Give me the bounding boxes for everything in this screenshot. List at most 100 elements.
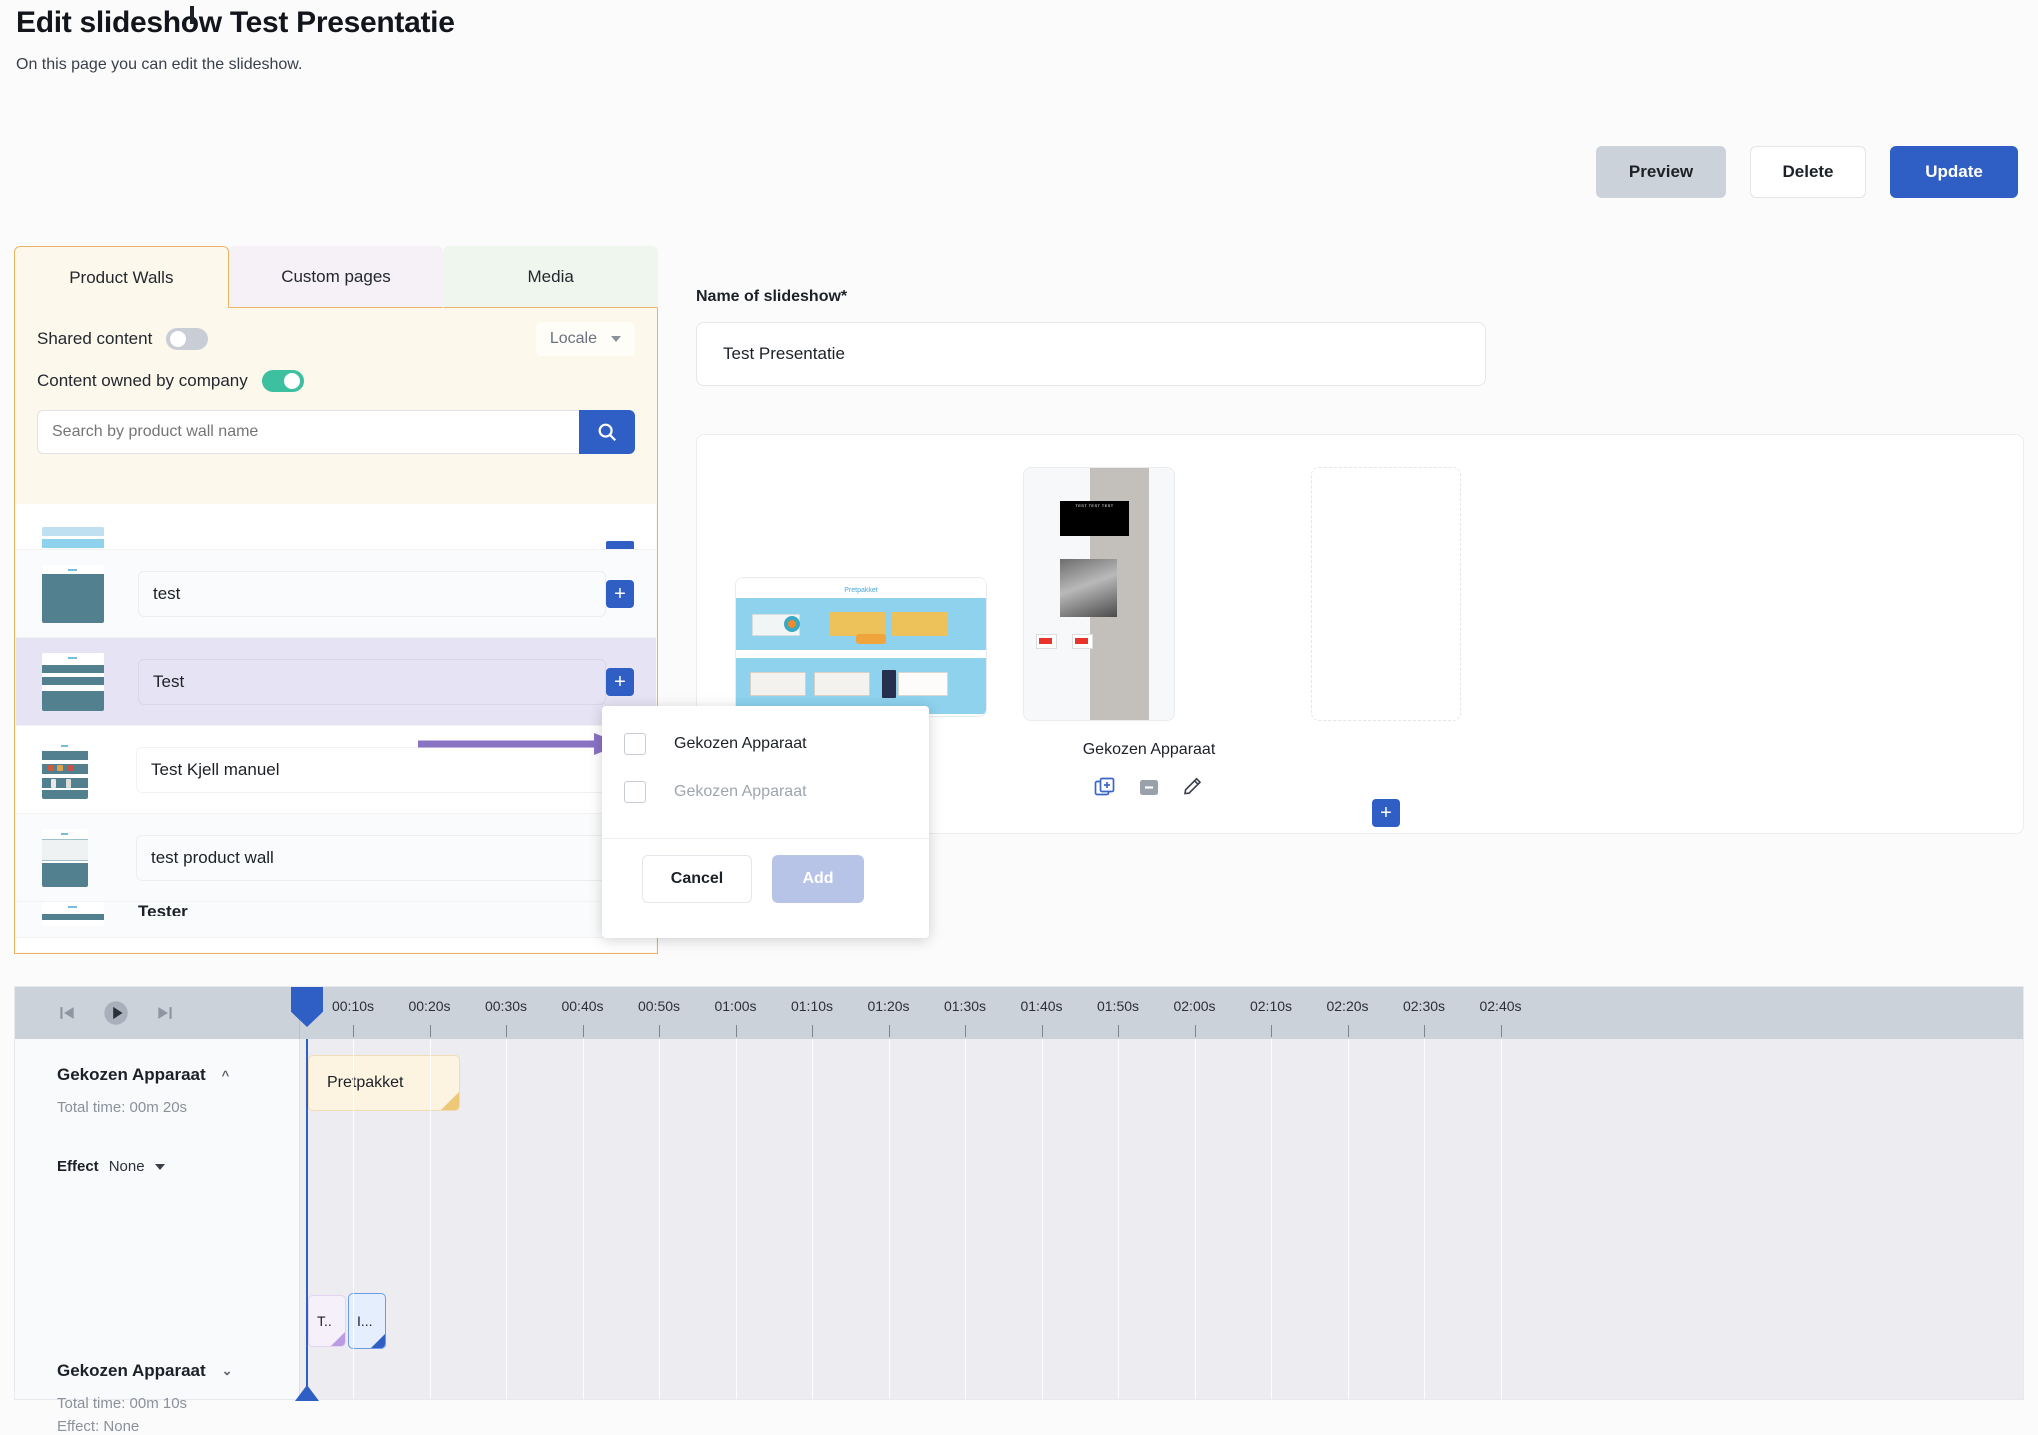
panel-body: Shared content Locale Content owned by c… bbox=[14, 308, 658, 954]
slide-thumbnail[interactable]: Pretpakket bbox=[735, 577, 987, 717]
slide-actions bbox=[1023, 775, 1275, 799]
duplicate-slide-icon[interactable] bbox=[1093, 775, 1117, 799]
search-row bbox=[37, 410, 635, 454]
play-button[interactable] bbox=[101, 998, 131, 1028]
chevron-down-icon[interactable]: ⌄ bbox=[222, 1363, 233, 1379]
popup-option-label: Gekozen Apparaat bbox=[674, 735, 807, 752]
track-title: Gekozen Apparaat ⌄ bbox=[57, 1361, 299, 1381]
timeline-clip[interactable]: T.. bbox=[308, 1295, 346, 1347]
add-slide-button[interactable]: + bbox=[1372, 799, 1400, 827]
preview-button[interactable]: Preview bbox=[1596, 146, 1726, 198]
track-name: Gekozen Apparaat bbox=[57, 1065, 206, 1084]
timeline-tick-label: 02:10s bbox=[1249, 998, 1293, 1014]
update-button[interactable]: Update bbox=[1890, 146, 2018, 198]
popup-option-label: Gekozen Apparaat bbox=[674, 783, 807, 800]
skip-to-end-icon[interactable] bbox=[155, 1003, 175, 1023]
wall-thumbnail bbox=[42, 652, 104, 711]
chevron-up-icon[interactable]: ^ bbox=[222, 1068, 230, 1083]
edit-slide-icon[interactable] bbox=[1181, 775, 1205, 799]
timeline-gridline bbox=[1118, 1039, 1119, 1399]
cancel-button[interactable]: Cancel bbox=[642, 855, 752, 903]
timeline-tick-mark bbox=[965, 1025, 966, 1037]
skip-to-start-icon[interactable] bbox=[57, 1003, 77, 1023]
slideshow-name-input[interactable] bbox=[696, 322, 1486, 386]
content-owned-toggle[interactable] bbox=[261, 370, 304, 392]
timeline-gridline bbox=[1347, 1039, 1349, 1399]
list-item-name: Test bbox=[138, 658, 606, 705]
track-effect-line: Effect: None bbox=[57, 1418, 140, 1435]
device-pack bbox=[1072, 634, 1093, 650]
timeline-clip[interactable]: Pretpakket bbox=[308, 1055, 460, 1111]
timeline-tick-label: 01:10s bbox=[790, 998, 834, 1014]
list-item[interactable]: Tester bbox=[16, 902, 656, 938]
track-effect[interactable]: Effect None bbox=[57, 1158, 299, 1175]
clip-resize-handle[interactable] bbox=[371, 1334, 385, 1348]
timeline-gridline bbox=[1271, 1039, 1272, 1399]
timeline-tick-mark bbox=[1041, 1025, 1043, 1037]
slide-thumbnail[interactable]: TEST TEST TEST bbox=[1023, 467, 1175, 721]
timeline-tick-mark bbox=[1424, 1025, 1425, 1037]
timeline-tick-mark bbox=[888, 1025, 890, 1037]
delete-button[interactable]: Delete bbox=[1750, 146, 1866, 198]
track-title: Gekozen Apparaat ^ bbox=[57, 1065, 299, 1085]
track-name: Gekozen Apparaat bbox=[57, 1361, 206, 1380]
slide-item[interactable]: TEST TEST TEST Gekozen Apparaat bbox=[1023, 467, 1275, 799]
timeline: 00:10s 00:20s 00:30s 00:40s 00:50s 01:00s 01:1… bbox=[14, 986, 2024, 1435]
popup-option[interactable]: Gekozen Apparaat bbox=[602, 720, 929, 768]
clip-resize-handle[interactable] bbox=[441, 1092, 459, 1110]
add-wall-button[interactable]: + bbox=[606, 667, 634, 696]
header-actions: Preview Delete Update bbox=[1596, 146, 2018, 198]
timeline-tick-label: 02:30s bbox=[1402, 998, 1446, 1014]
timeline-tick-mark bbox=[582, 1025, 584, 1037]
timeline-tick-label: 01:30s bbox=[943, 998, 987, 1014]
name-field-label: Name of slideshow* bbox=[696, 288, 848, 305]
list-item[interactable]: Test + bbox=[16, 638, 656, 726]
product-wall-list[interactable]: test + Test + Test Kjell manuel test pro… bbox=[16, 504, 656, 952]
timeline-ruler[interactable]: 00:10s 00:20s 00:30s 00:40s 00:50s 01:00s 01:1… bbox=[300, 987, 2023, 1039]
popup-option[interactable]: Gekozen Apparaat bbox=[602, 768, 929, 816]
page-subtitle: On this page you can edit the slideshow. bbox=[16, 56, 303, 73]
page-header: Edit slideshow Test Presentatie On this … bbox=[0, 6, 2038, 74]
search-icon bbox=[598, 423, 617, 442]
add-wall-button[interactable]: + bbox=[606, 579, 634, 608]
search-button[interactable] bbox=[579, 410, 635, 454]
timeline-tick-label: 02:40s bbox=[1479, 998, 1522, 1014]
playhead[interactable] bbox=[291, 987, 323, 1401]
locale-dropdown[interactable]: Locale bbox=[535, 322, 635, 356]
timeline-gridline bbox=[735, 1039, 737, 1399]
clip-resize-handle[interactable] bbox=[331, 1332, 345, 1346]
timeline-tick-mark bbox=[812, 1025, 813, 1037]
add-wall-button[interactable] bbox=[606, 541, 634, 549]
remove-slide-icon[interactable] bbox=[1137, 775, 1161, 799]
tab-product-walls[interactable]: Product Walls bbox=[14, 246, 229, 308]
track-label-column: Gekozen Apparaat ^ Total time: 00m 20s E… bbox=[15, 1039, 300, 1435]
tab-media[interactable]: Media bbox=[443, 246, 659, 308]
checkbox-icon[interactable] bbox=[624, 781, 646, 803]
list-item-name: test product wall bbox=[136, 834, 634, 881]
list-item-label: test product wall bbox=[136, 834, 634, 881]
timeline-tick-mark bbox=[1118, 1025, 1119, 1037]
clip-label: T.. bbox=[317, 1313, 332, 1329]
list-item[interactable]: test + bbox=[16, 550, 656, 638]
checkbox-icon[interactable] bbox=[624, 733, 646, 755]
timeline-tick-label: 00:40s bbox=[561, 998, 604, 1014]
slide-item[interactable]: Pretpakket bbox=[735, 577, 987, 717]
track-header: Gekozen Apparaat ⌄ Total time: 00m 10s E… bbox=[15, 1175, 299, 1435]
search-input[interactable] bbox=[37, 410, 579, 454]
slide-caption: Gekozen Apparaat bbox=[1082, 741, 1216, 758]
wall-thumbnail bbox=[42, 564, 104, 623]
empty-slide-placeholder[interactable] bbox=[1311, 467, 1461, 721]
device-photo bbox=[1060, 558, 1117, 617]
content-picker-panel: Product Walls Custom pages Media Shared … bbox=[14, 246, 659, 954]
content-tabs: Product Walls Custom pages Media bbox=[14, 246, 659, 308]
tab-custom-pages[interactable]: Custom pages bbox=[228, 246, 444, 308]
timeline-tick-mark bbox=[353, 1025, 354, 1037]
list-item[interactable] bbox=[16, 504, 656, 550]
timeline-lanes[interactable]: Pretpakket T.. I... bbox=[291, 987, 2023, 1401]
list-item[interactable]: test product wall bbox=[16, 814, 656, 902]
timeline-tick-label: 02:20s bbox=[1326, 998, 1369, 1014]
clip-label: I... bbox=[357, 1313, 373, 1329]
shared-content-toggle[interactable] bbox=[166, 328, 209, 350]
timeline-gridline bbox=[1194, 1039, 1196, 1399]
timeline-tick-label: 00:20s bbox=[408, 998, 451, 1014]
